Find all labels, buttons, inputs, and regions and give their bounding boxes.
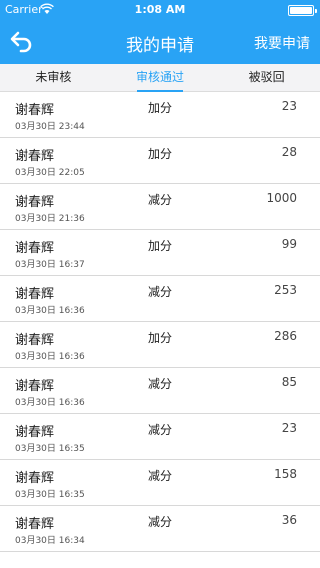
record-amount: 23 — [281, 99, 297, 113]
record-type: 加分 — [148, 147, 173, 161]
record-name: 谢春辉 — [15, 333, 55, 348]
record-name: 谢春辉 — [15, 195, 55, 210]
list-item[interactable]: 谢春辉 减分 253 03月30日 16:36 — [0, 276, 320, 322]
record-date: 03月30日 21:36 — [15, 214, 85, 224]
record-amount: 158 — [274, 467, 297, 481]
apply-button[interactable]: 我要申请 — [254, 33, 310, 53]
nav-bar: 我的申请 我要申请 — [0, 20, 320, 64]
record-name: 谢春辉 — [15, 471, 55, 486]
record-date: 03月30日 16:36 — [15, 306, 85, 316]
record-name: 谢春辉 — [15, 149, 55, 164]
record-name: 谢春辉 — [15, 379, 55, 394]
tab-bar: 未审核 审核通过 被驳回 — [0, 64, 320, 92]
record-name: 谢春辉 — [15, 517, 55, 532]
record-date: 03月30日 16:35 — [15, 444, 85, 454]
record-date: 03月30日 16:36 — [15, 398, 85, 408]
record-date: 03月30日 16:34 — [15, 536, 85, 546]
record-amount: 286 — [274, 329, 297, 343]
record-type: 减分 — [148, 193, 173, 207]
record-amount: 28 — [281, 145, 297, 159]
battery-icon — [288, 5, 317, 16]
record-type: 减分 — [148, 469, 173, 483]
record-amount: 99 — [281, 237, 297, 251]
record-date: 03月30日 23:44 — [15, 122, 85, 132]
record-date: 03月30日 16:36 — [15, 352, 85, 362]
record-name: 谢春辉 — [15, 287, 55, 302]
battery-level — [290, 7, 312, 14]
record-type: 减分 — [148, 377, 173, 391]
record-date: 03月30日 16:37 — [15, 260, 85, 270]
list-item[interactable]: 谢春辉 减分 85 03月30日 16:36 — [0, 368, 320, 414]
record-date: 03月30日 22:05 — [15, 168, 85, 178]
record-type: 加分 — [148, 331, 173, 345]
record-list: 谢春辉 加分 23 03月30日 23:44 谢春辉 加分 28 03月30日 … — [0, 92, 320, 552]
list-item[interactable]: 谢春辉 加分 286 03月30日 16:36 — [0, 322, 320, 368]
record-type: 减分 — [148, 515, 173, 529]
list-item[interactable]: 谢春辉 减分 1000 03月30日 21:36 — [0, 184, 320, 230]
record-name: 谢春辉 — [15, 425, 55, 440]
list-item[interactable]: 谢春辉 减分 36 03月30日 16:34 — [0, 506, 320, 552]
record-type: 加分 — [148, 239, 173, 253]
list-item[interactable]: 谢春辉 减分 23 03月30日 16:35 — [0, 414, 320, 460]
tab-approved[interactable]: 审核通过 — [107, 64, 214, 92]
record-date: 03月30日 16:35 — [15, 490, 85, 500]
record-amount: 1000 — [266, 191, 297, 205]
list-item[interactable]: 谢春辉 减分 158 03月30日 16:35 — [0, 460, 320, 506]
record-type: 加分 — [148, 101, 173, 115]
record-type: 减分 — [148, 285, 173, 299]
record-name: 谢春辉 — [15, 103, 55, 118]
status-time: 1:08 AM — [134, 3, 186, 16]
record-amount: 85 — [281, 375, 297, 389]
record-type: 减分 — [148, 423, 173, 437]
tab-pending[interactable]: 未审核 — [0, 64, 107, 91]
list-item[interactable]: 谢春辉 加分 99 03月30日 16:37 — [0, 230, 320, 276]
list-item[interactable]: 谢春辉 加分 28 03月30日 22:05 — [0, 138, 320, 184]
record-amount: 23 — [281, 421, 297, 435]
list-item[interactable]: 谢春辉 加分 23 03月30日 23:44 — [0, 92, 320, 138]
tab-rejected[interactable]: 被驳回 — [213, 64, 320, 91]
record-amount: 253 — [274, 283, 297, 297]
record-name: 谢春辉 — [15, 241, 55, 256]
record-amount: 36 — [281, 513, 297, 527]
status-bar: Carrier 1:08 AM — [0, 0, 320, 20]
